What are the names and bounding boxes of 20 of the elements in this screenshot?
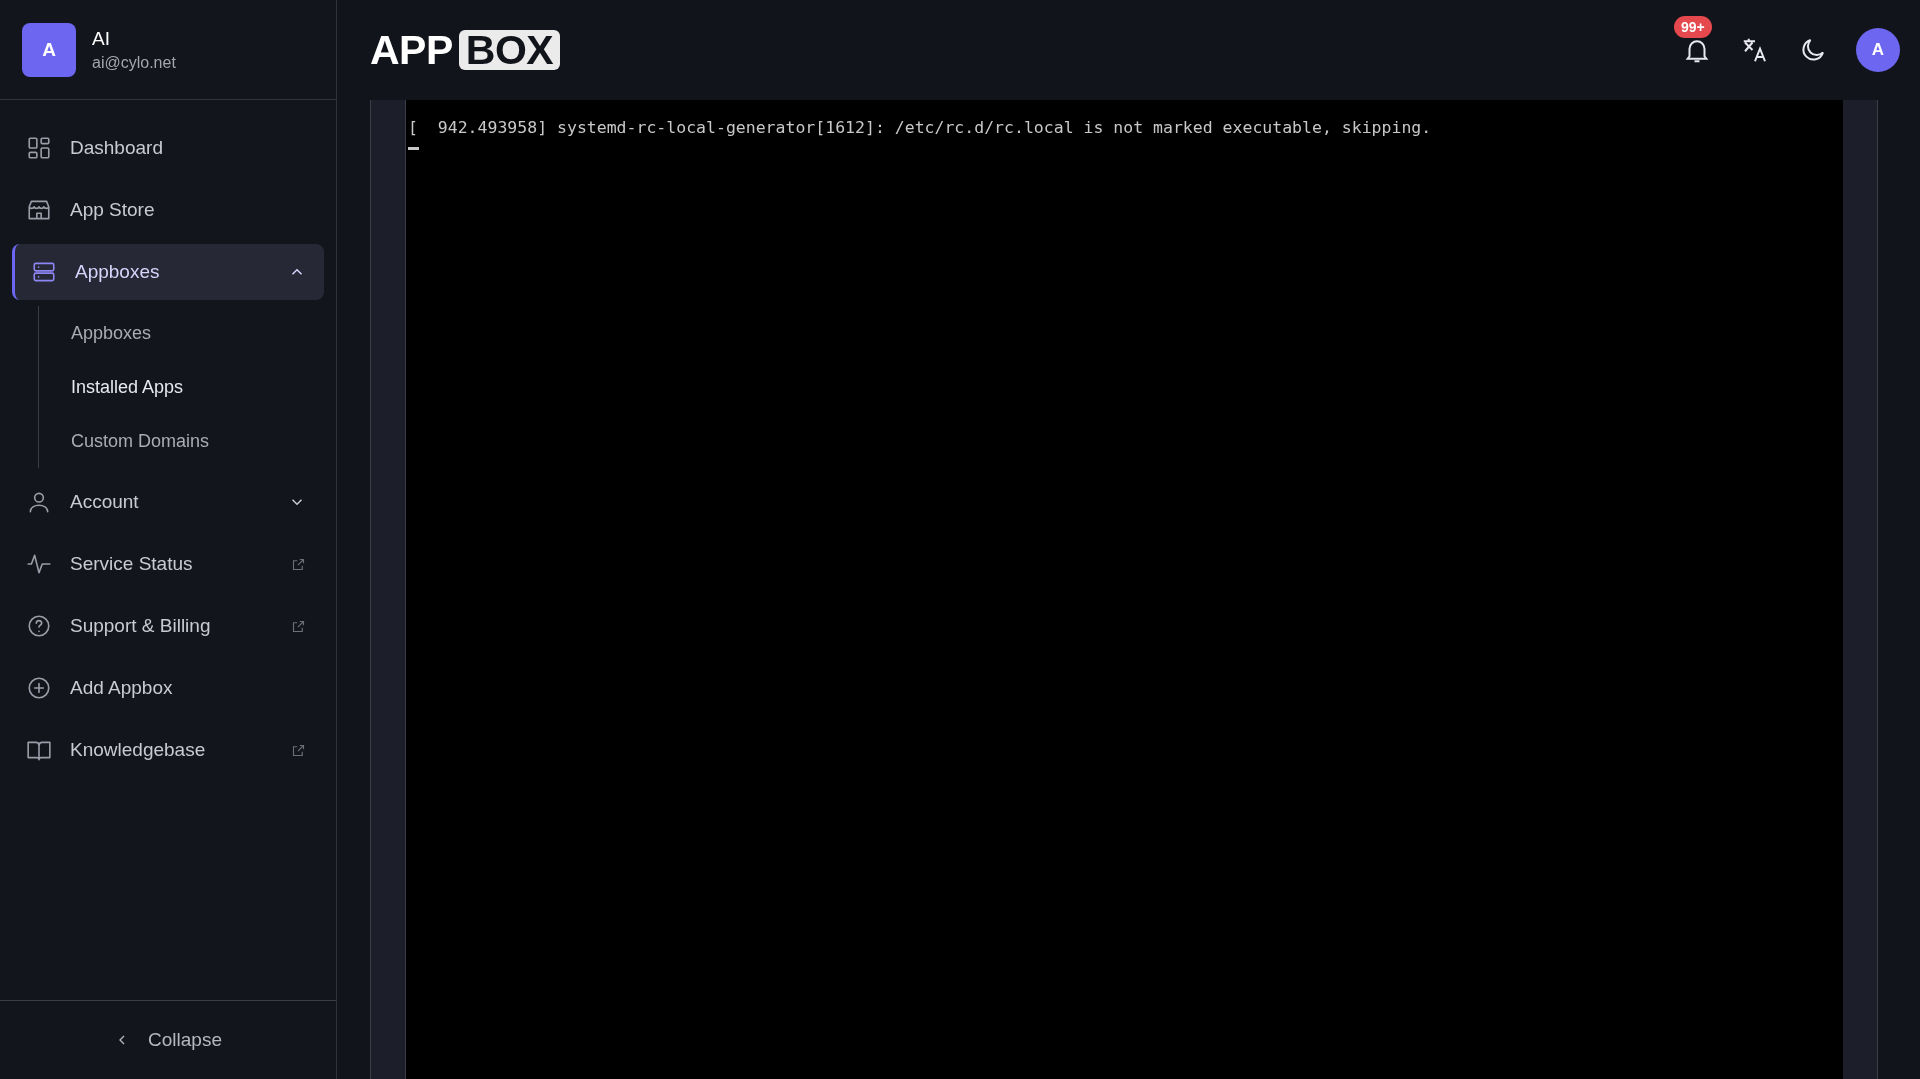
terminal[interactable]: [ 942.493958] systemd-rc-local-generator[1612]: /etc/rc.d/rc.local is not marked executable, skipping. <box>405 100 1843 1079</box>
notification-badge: 99+ <box>1674 16 1712 38</box>
submenu-item[interactable]: Installed Apps <box>39 360 184 414</box>
submenu-item[interactable]: Custom Domains <box>39 414 210 468</box>
user-avatar: A <box>22 22 76 77</box>
sidebar-item[interactable]: Add Appbox <box>12 660 324 716</box>
sidebar-item[interactable]: App Store <box>12 182 324 238</box>
user-avatar[interactable]: A <box>1856 28 1900 72</box>
sidebar-item[interactable]: Account <box>12 474 324 530</box>
terminal-line: [ 942.493958] systemd-rc-local-generator[1612]: /etc/rc.d/rc.local is not marked executable, skipping. <box>408 118 1433 138</box>
user-name: AI <box>92 27 111 50</box>
sidebar-item[interactable]: Appboxes <box>12 244 324 300</box>
sidebar-item[interactable]: Support & Billing <box>12 598 324 654</box>
submenu-item[interactable]: Appboxes <box>39 306 152 360</box>
logo[interactable]: APP BOX <box>370 26 561 74</box>
user-email: ai@cylo.net <box>92 53 176 72</box>
sidebar-item[interactable]: Dashboard <box>12 120 324 176</box>
sidebar-item[interactable]: Knowledgebase <box>12 722 324 778</box>
sidebar-item[interactable]: Service Status <box>12 536 324 592</box>
collapse-button[interactable]: Collapse <box>104 1023 232 1057</box>
